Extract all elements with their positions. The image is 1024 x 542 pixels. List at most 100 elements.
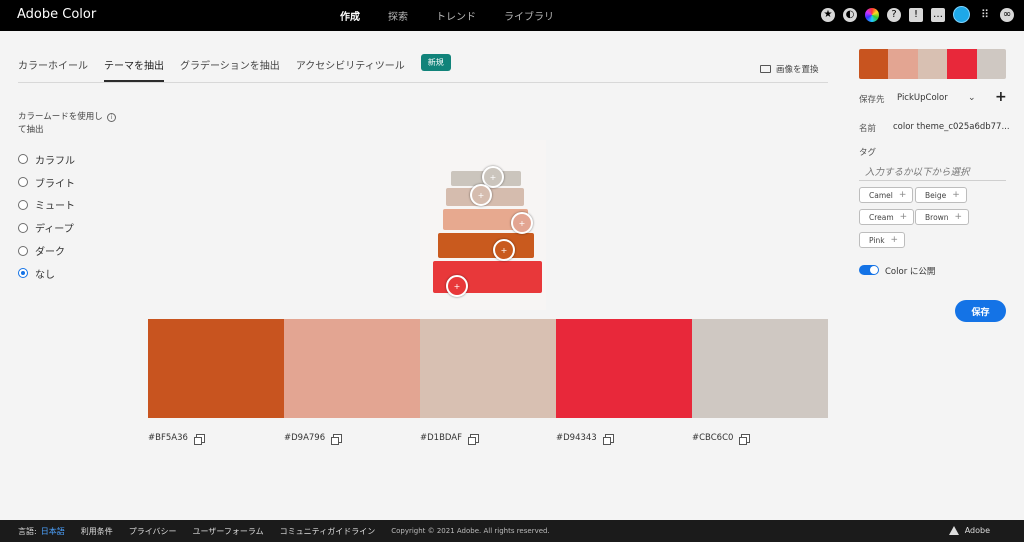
- color-wheel-icon[interactable]: [865, 7, 879, 22]
- nav-trends[interactable]: トレンド: [436, 8, 476, 23]
- apps-grid-icon[interactable]: ⠿: [978, 8, 992, 22]
- hex-code[interactable]: #D9A796: [284, 433, 325, 443]
- tab-color-wheel[interactable]: カラーホイール: [18, 57, 88, 82]
- new-badge: 新規: [420, 54, 451, 71]
- image-icon: [760, 65, 771, 73]
- avatar[interactable]: [953, 6, 970, 23]
- tab-extract-theme[interactable]: テーマを抽出: [104, 57, 164, 82]
- swatch-1[interactable]: [148, 319, 284, 418]
- mood-label: カラフル: [35, 155, 75, 167]
- preview-swatch: [917, 49, 948, 79]
- tag-input-underline: [859, 180, 1006, 181]
- chat-icon[interactable]: …: [931, 7, 945, 22]
- star-icon[interactable]: ★: [821, 7, 835, 22]
- swatch-5[interactable]: [692, 319, 828, 418]
- plus-icon: +: [890, 235, 899, 245]
- radio-icon[interactable]: [18, 177, 28, 188]
- tag-chip-label: Beige: [925, 190, 947, 200]
- hex-cell: #D9A796: [284, 433, 420, 445]
- mood-option-colorful[interactable]: カラフル: [18, 148, 75, 171]
- top-icons: ★ ◐ ? ! … ⠿ ∞: [813, 6, 1014, 23]
- save-to-label: 保存先: [859, 95, 885, 105]
- mood-option-bright[interactable]: ブライト: [18, 171, 75, 194]
- plus-icon: +: [954, 212, 963, 222]
- tab-divider: [18, 82, 828, 83]
- theme-name-field[interactable]: color theme_c025a6db77...: [893, 122, 1010, 132]
- hex-code[interactable]: #BF5A36: [148, 433, 188, 443]
- mood-option-none[interactable]: なし: [18, 262, 75, 285]
- preview-swatch: [859, 49, 889, 79]
- source-image: + + + + +: [420, 140, 546, 310]
- tag-chip-label: Brown: [925, 212, 949, 222]
- radio-selected-icon[interactable]: [18, 268, 28, 279]
- preview-swatch: [976, 49, 1006, 79]
- contrast-icon[interactable]: ◐: [843, 7, 857, 22]
- tag-chip-label: Cream: [869, 212, 894, 222]
- tag-chip-pink[interactable]: Pink +: [859, 232, 906, 248]
- color-picker-handle[interactable]: +: [493, 239, 515, 261]
- radio-icon[interactable]: [18, 222, 28, 233]
- adobe-logo-text: Adobe: [964, 526, 990, 535]
- tag-chip-cream[interactable]: Cream +: [859, 209, 915, 225]
- mood-label: ダーク: [35, 247, 65, 259]
- chevron-down-icon[interactable]: ⌄: [968, 93, 976, 103]
- add-library-button[interactable]: +: [995, 89, 1007, 105]
- radio-icon[interactable]: [18, 154, 28, 165]
- copy-icon[interactable]: [739, 433, 751, 445]
- color-picker-handle[interactable]: +: [446, 275, 468, 297]
- copy-icon[interactable]: [602, 433, 614, 445]
- tab-extract-gradient[interactable]: グラデーションを抽出: [180, 57, 280, 82]
- replace-image-button[interactable]: 画像を置換: [760, 63, 819, 75]
- mood-option-deep[interactable]: ディープ: [18, 216, 75, 239]
- footer-link-terms[interactable]: 利用条件: [81, 526, 113, 537]
- tag-chip-brown[interactable]: Brown +: [915, 209, 970, 225]
- footer-link-guidelines[interactable]: コミュニティガイドライン: [280, 526, 376, 537]
- tag-input[interactable]: 入力するか以下から選択: [865, 164, 970, 178]
- notification-icon[interactable]: !: [909, 7, 923, 22]
- preview-swatch: [888, 49, 918, 79]
- radio-icon[interactable]: [18, 245, 28, 256]
- tag-chip-camel[interactable]: Camel +: [859, 187, 914, 203]
- info-icon[interactable]: i: [107, 113, 116, 122]
- adobe-logo[interactable]: Adobe: [948, 526, 1006, 535]
- nav-explore[interactable]: 探索: [388, 8, 408, 23]
- mood-label: ディープ: [35, 224, 74, 236]
- help-icon[interactable]: ?: [887, 7, 901, 22]
- footer-link-forum[interactable]: ユーザーフォーラム: [193, 526, 264, 537]
- plus-icon: +: [952, 190, 960, 200]
- footer-link-privacy[interactable]: プライバシー: [129, 526, 177, 537]
- copy-icon[interactable]: [468, 433, 480, 445]
- tab-accessibility-tools[interactable]: アクセシビリティツール: [296, 57, 405, 82]
- theme-swatches: [148, 319, 828, 418]
- tag-chip-beige[interactable]: Beige +: [915, 187, 967, 203]
- nav-libraries[interactable]: ライブラリ: [504, 8, 554, 23]
- creative-cloud-icon[interactable]: ∞: [1000, 7, 1014, 22]
- name-label: 名前: [859, 124, 877, 134]
- swatch-4[interactable]: [556, 319, 692, 418]
- hex-code[interactable]: #D1BDAF: [420, 433, 462, 443]
- tag-label: タグ: [859, 148, 877, 158]
- mood-option-muted[interactable]: ミュート: [18, 194, 75, 217]
- hex-code[interactable]: #CBC6C0: [692, 433, 733, 443]
- save-button[interactable]: 保存: [955, 300, 1006, 322]
- hex-cell: #CBC6C0: [692, 433, 828, 445]
- brand-logo[interactable]: Adobe Color: [17, 7, 96, 22]
- language-selector[interactable]: 日本語: [41, 526, 65, 537]
- copy-icon[interactable]: [193, 433, 205, 445]
- radio-icon[interactable]: [18, 199, 28, 210]
- swatch-2[interactable]: [284, 319, 420, 418]
- color-picker-handle[interactable]: +: [470, 184, 492, 206]
- hex-code[interactable]: #D94343: [556, 433, 597, 443]
- color-picker-handle[interactable]: +: [511, 212, 533, 234]
- library-select[interactable]: PickUpColor: [897, 93, 948, 103]
- publish-toggle[interactable]: [859, 265, 879, 275]
- hex-values: #BF5A36 #D9A796 #D1BDAF #D94343 #CBC6C0: [148, 433, 828, 445]
- copy-icon[interactable]: [331, 433, 343, 445]
- plus-icon: +: [898, 190, 907, 200]
- main-nav: 作成 探索 トレンド ライブラリ: [340, 8, 582, 23]
- mood-option-dark[interactable]: ダーク: [18, 239, 75, 262]
- nav-create[interactable]: 作成: [340, 8, 360, 23]
- hex-cell: #D94343: [556, 433, 692, 445]
- mood-label: ブライト: [35, 178, 75, 190]
- swatch-3[interactable]: [420, 319, 556, 418]
